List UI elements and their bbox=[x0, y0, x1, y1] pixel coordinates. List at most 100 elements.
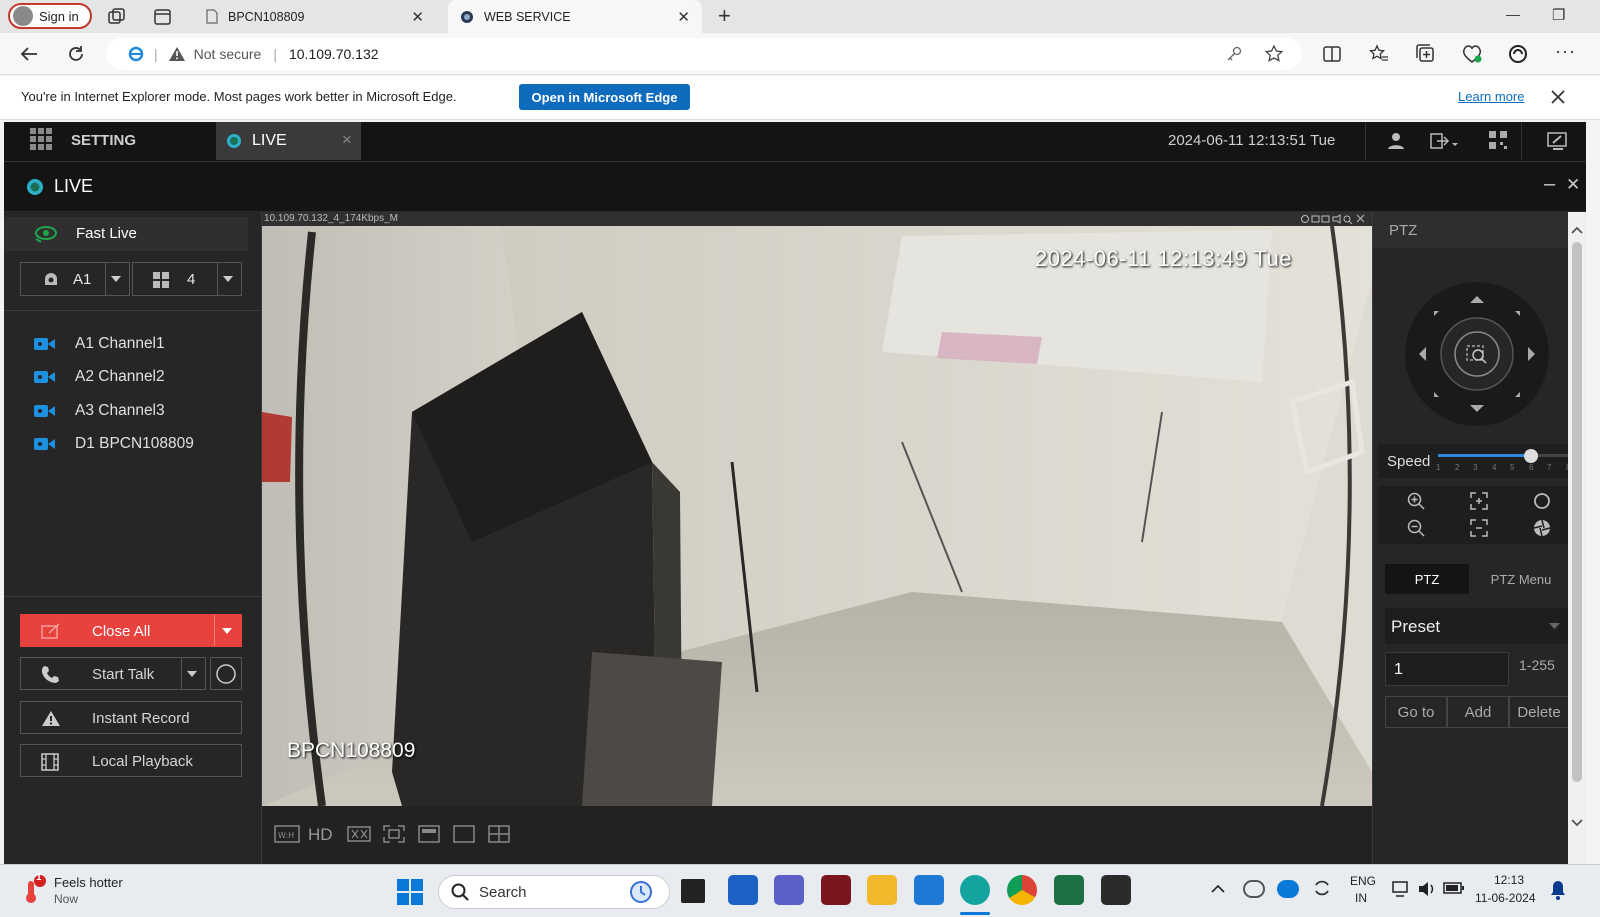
chevron-down-icon[interactable] bbox=[222, 628, 232, 635]
notification-bell-icon[interactable] bbox=[1550, 880, 1566, 900]
cloud-icon[interactable] bbox=[1277, 880, 1299, 898]
channel-item[interactable]: D1 BPCN108809 bbox=[34, 433, 194, 455]
video-window[interactable]: 10.109.70.132_4_174Kbps_M 2024-06-11 12:… bbox=[262, 212, 1372, 806]
close-live-button[interactable]: ✕ bbox=[1566, 175, 1580, 195]
speed-slider-thumb[interactable] bbox=[1524, 449, 1538, 463]
fullscreen-icon[interactable] bbox=[418, 825, 440, 843]
performance-icon[interactable] bbox=[1508, 44, 1528, 64]
excel-icon[interactable] bbox=[1054, 875, 1084, 905]
scroll-up-icon[interactable] bbox=[1571, 226, 1583, 234]
file-explorer-icon[interactable] bbox=[867, 875, 897, 905]
preset-goto-button[interactable]: Go to bbox=[1385, 696, 1447, 728]
qr-code-icon[interactable] bbox=[1489, 131, 1507, 149]
close-live-tab-icon[interactable]: × bbox=[342, 130, 352, 150]
smart-encode-icon[interactable] bbox=[347, 825, 371, 843]
clock-time[interactable]: 12:13 bbox=[1494, 873, 1524, 887]
tab-web-service[interactable]: WEB SERVICE ✕ bbox=[448, 0, 702, 33]
channel-item[interactable]: A2 Channel2 bbox=[34, 366, 165, 388]
four-split-icon[interactable] bbox=[488, 825, 510, 843]
refresh-icon[interactable] bbox=[66, 44, 86, 64]
chevron-down-icon[interactable] bbox=[187, 671, 197, 678]
teams-icon[interactable] bbox=[774, 875, 804, 905]
preset-select[interactable]: Preset bbox=[1385, 608, 1569, 644]
onedrive-icon[interactable] bbox=[1243, 880, 1265, 898]
channel-select[interactable]: A1 bbox=[20, 262, 130, 296]
security-label[interactable]: Not secure bbox=[194, 46, 262, 62]
app-red-icon[interactable] bbox=[821, 875, 851, 905]
zoom-out-icon[interactable] bbox=[1407, 519, 1425, 537]
clock-date[interactable]: 11-06-2024 bbox=[1475, 891, 1536, 905]
windows-start-icon[interactable] bbox=[397, 879, 423, 905]
sync-icon[interactable] bbox=[1312, 878, 1332, 898]
local-playback-button[interactable]: Local Playback bbox=[20, 744, 242, 777]
preset-delete-button[interactable]: Delete bbox=[1509, 696, 1569, 728]
battery-icon[interactable] bbox=[1443, 881, 1465, 895]
ie-mode-icon[interactable] bbox=[128, 46, 144, 62]
instant-record-button[interactable]: Instant Record bbox=[20, 701, 242, 734]
learn-more-link[interactable]: Learn more bbox=[1458, 89, 1524, 104]
collections-icon[interactable] bbox=[1416, 44, 1436, 64]
client-download-icon[interactable] bbox=[1547, 131, 1569, 151]
outlook-icon[interactable] bbox=[728, 875, 758, 905]
iris-open-icon[interactable] bbox=[1533, 492, 1551, 510]
logout-icon[interactable] bbox=[1430, 132, 1458, 150]
volume-icon[interactable] bbox=[1417, 880, 1437, 898]
focus-far-icon[interactable] bbox=[1470, 519, 1488, 537]
zoom-in-icon[interactable] bbox=[1407, 492, 1425, 510]
back-icon[interactable] bbox=[19, 44, 39, 64]
close-notice-icon[interactable] bbox=[1550, 89, 1566, 105]
video-window-tools-icon[interactable] bbox=[1300, 214, 1370, 224]
hd-toggle[interactable]: HD bbox=[308, 825, 333, 845]
new-tab-button[interactable]: + bbox=[718, 3, 731, 29]
iris-close-icon[interactable] bbox=[1533, 519, 1551, 537]
fit-window-icon[interactable] bbox=[383, 825, 405, 843]
favorites-icon[interactable] bbox=[1369, 44, 1389, 64]
live-tab[interactable]: LIVE × bbox=[216, 122, 361, 160]
scroll-down-icon[interactable] bbox=[1571, 819, 1583, 827]
url-text[interactable]: 10.109.70.132 bbox=[289, 46, 379, 62]
start-talk-button[interactable]: Start Talk bbox=[20, 657, 206, 690]
terminal-icon[interactable] bbox=[1101, 875, 1131, 905]
setting-tab[interactable]: SETTING bbox=[71, 132, 136, 149]
user-icon[interactable] bbox=[1387, 132, 1405, 150]
browser-essentials-icon[interactable] bbox=[1461, 44, 1483, 64]
close-all-button[interactable]: Close All bbox=[20, 614, 242, 647]
minimize-live-button[interactable]: – bbox=[1544, 173, 1555, 196]
channel-item[interactable]: A3 Channel3 bbox=[34, 400, 165, 422]
scroll-thumb[interactable] bbox=[1572, 242, 1582, 782]
tab-actions-icon[interactable] bbox=[154, 8, 172, 26]
key-icon[interactable] bbox=[1226, 46, 1242, 62]
ptz-scrollbar[interactable] bbox=[1568, 212, 1586, 864]
channel-item[interactable]: A1 Channel1 bbox=[34, 333, 165, 355]
restore-window-button[interactable]: ❐ bbox=[1552, 6, 1565, 24]
split-screen-icon[interactable] bbox=[1322, 44, 1342, 64]
single-split-icon[interactable] bbox=[453, 825, 475, 843]
tab-ptz[interactable]: PTZ bbox=[1385, 564, 1469, 594]
network-icon[interactable] bbox=[1392, 880, 1412, 898]
focus-near-icon[interactable] bbox=[1470, 492, 1488, 510]
close-tab-icon[interactable]: ✕ bbox=[677, 8, 690, 26]
talk-status-toggle[interactable] bbox=[210, 657, 242, 690]
tab-bpcn[interactable]: BPCN108809 ✕ bbox=[196, 0, 436, 33]
main-menu-grid-icon[interactable] bbox=[30, 128, 52, 150]
store-icon[interactable] bbox=[914, 875, 944, 905]
language-region[interactable]: IN bbox=[1355, 891, 1367, 905]
weather-widget[interactable]: 1 Feels hotter Now bbox=[20, 872, 123, 906]
split-select[interactable]: 4 bbox=[132, 262, 242, 296]
close-tab-icon[interactable]: ✕ bbox=[411, 8, 424, 26]
workspaces-icon[interactable] bbox=[108, 8, 126, 26]
taskbar-search[interactable]: Search bbox=[438, 875, 670, 909]
preset-number-input[interactable]: 1 bbox=[1385, 652, 1509, 686]
preset-add-button[interactable]: Add bbox=[1447, 696, 1509, 728]
language-code[interactable]: ENG bbox=[1350, 874, 1376, 888]
url-bar[interactable]: | Not secure | 10.109.70.132 bbox=[106, 38, 1302, 70]
minimize-window-button[interactable]: — bbox=[1506, 6, 1520, 22]
task-view-icon[interactable] bbox=[681, 879, 705, 903]
edge-icon[interactable] bbox=[960, 875, 990, 905]
ptz-direction-pad[interactable] bbox=[1403, 280, 1551, 428]
show-hidden-icons-icon[interactable] bbox=[1211, 884, 1225, 894]
tab-ptz-menu[interactable]: PTZ Menu bbox=[1475, 564, 1567, 594]
aspect-ratio-icon[interactable]: W:H bbox=[274, 824, 300, 844]
open-in-edge-button[interactable]: Open in Microsoft Edge bbox=[519, 84, 690, 110]
favorite-star-icon[interactable] bbox=[1264, 44, 1284, 64]
